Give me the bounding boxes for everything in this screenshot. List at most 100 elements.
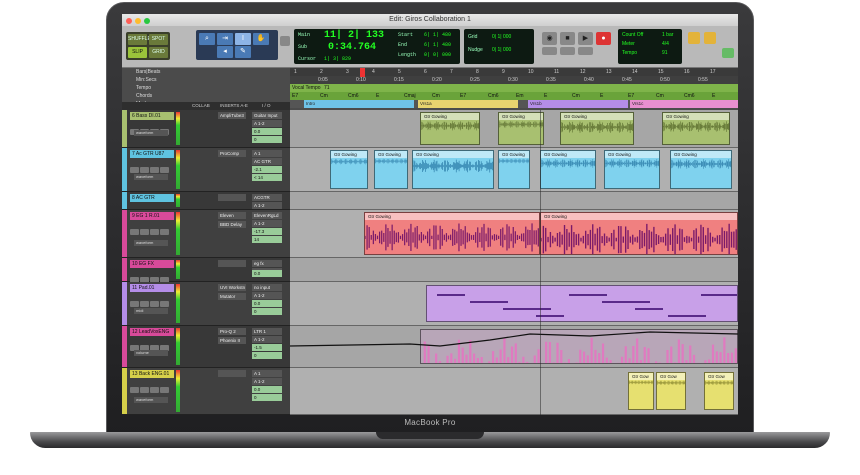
solo-button[interactable] xyxy=(140,301,149,307)
mute-button[interactable] xyxy=(150,167,159,173)
insert-slot[interactable]: Pro-Q 2 xyxy=(218,328,246,335)
grabber-tool-icon[interactable]: ✋ xyxy=(253,33,269,45)
input-monitor-button[interactable] xyxy=(160,167,169,173)
rewind-button[interactable] xyxy=(542,47,557,55)
pan-readout[interactable]: 14 xyxy=(252,236,282,243)
volume-readout[interactable]: 0.0 xyxy=(252,386,282,393)
track-lane[interactable]: Gtr Gowing Gtr Gowing Gtr Gowing Gtr Gowing… xyxy=(290,148,738,192)
record-button[interactable]: ● xyxy=(596,32,611,45)
pan-readout[interactable]: 0 xyxy=(252,352,282,359)
track-name[interactable]: 6 Bass DI.01 xyxy=(130,112,174,120)
input-selector[interactable]: eg fx xyxy=(252,260,282,267)
audio-clip[interactable]: Gtr Gowing xyxy=(498,150,530,189)
volume-readout[interactable]: -2.1 xyxy=(252,166,282,173)
minsecs-ruler[interactable]: 0:05 0:10 0:15 0:20 0:25 0:30 0:35 0:40 0:45 0:50… xyxy=(290,76,738,84)
track-lane[interactable] xyxy=(290,326,738,368)
audio-clip[interactable]: Gtr Gowing xyxy=(412,150,494,189)
track-header[interactable]: 6 Bass DI.01 waveform AmpliTube3 Guitar Inp… xyxy=(122,110,290,148)
input-monitor-button[interactable] xyxy=(160,387,169,393)
audio-clip[interactable]: Gtr Gowing xyxy=(330,150,368,189)
nudge-value[interactable]: 0| 1| 000 xyxy=(492,47,511,53)
track-header[interactable]: 7 Ac GTR U87 waveform ProComp A 1 AC GTR -2.1… xyxy=(122,148,290,192)
track-name[interactable]: 13 Back ENG.01 xyxy=(130,370,174,378)
input-selector[interactable]: LTR 1 xyxy=(252,328,282,335)
track-header[interactable]: 8 AC GTR ACGTR A 1-2 xyxy=(122,192,290,217)
track-view-selector[interactable]: waveform xyxy=(134,174,168,180)
audio-clip[interactable]: Gtr Gow xyxy=(704,372,734,410)
volume-readout[interactable]: 0.0 xyxy=(252,270,282,277)
sub-counter-value[interactable]: 0:34.764 xyxy=(328,42,376,53)
zoom-window-button[interactable] xyxy=(144,18,150,24)
audio-clip[interactable]: Gtr Gowing xyxy=(560,112,634,145)
online-button[interactable]: ◉ xyxy=(542,32,557,45)
audio-clip[interactable]: Gtr Gow xyxy=(628,372,654,410)
track-name[interactable]: 10 EG FX xyxy=(130,260,174,268)
record-enable-button[interactable] xyxy=(130,387,139,393)
input-selector[interactable]: no input xyxy=(252,284,282,291)
marker-3[interactable]: Vrs1c xyxy=(630,100,738,108)
output-selector[interactable]: A 1-2 xyxy=(252,202,282,209)
scrubber-tool-icon[interactable]: ◂ xyxy=(217,46,233,58)
insert-slot[interactable]: ProComp xyxy=(218,150,246,157)
pan-readout[interactable]: < 14 xyxy=(252,174,282,181)
track-lane[interactable]: Gtr Gowing Gtr Gowing xyxy=(290,210,738,258)
insert-slot[interactable]: Eleven xyxy=(218,212,246,219)
input-selector[interactable]: ACGTR xyxy=(252,194,282,201)
output-selector[interactable]: A 1-2 xyxy=(252,220,282,227)
spot-mode-button[interactable]: SPOT xyxy=(149,34,168,45)
track-view-selector[interactable]: waveform xyxy=(134,130,168,136)
output-selector[interactable]: A 1-2 xyxy=(252,336,282,343)
grid-mode-button[interactable]: GRID xyxy=(149,47,168,58)
link-icon[interactable] xyxy=(722,48,734,58)
volume-automation-line[interactable] xyxy=(290,326,738,368)
output-selector[interactable]: A 1-2 xyxy=(252,120,282,127)
speaker-icon[interactable] xyxy=(280,36,290,46)
track-header[interactable]: 11 Pad.01 midi UVI Workstn Mutator no input A… xyxy=(122,282,290,326)
chords-ruler[interactable]: E7 Cm Cm6 E Cmaj Cm E7 Cm6 Em E Cm E E7 Cm Cm6 E xyxy=(290,92,738,100)
record-enable-button[interactable] xyxy=(130,229,139,235)
tempo-value[interactable]: 91 xyxy=(662,50,668,56)
trim-tool-icon[interactable]: ⇥ xyxy=(217,33,233,45)
input-selector[interactable]: A 1 xyxy=(252,370,282,377)
input-monitor-button[interactable] xyxy=(160,301,169,307)
audio-clip[interactable]: Gtr Gowing xyxy=(498,112,544,145)
selector-tool-icon[interactable]: I xyxy=(235,33,251,45)
audio-clip[interactable]: Gtr Gowing xyxy=(670,150,732,189)
mute-button[interactable] xyxy=(150,229,159,235)
track-header[interactable]: 13 Back ENG.01 waveform A 1A 1-2 0.0 0 xyxy=(122,368,290,415)
audio-clip[interactable]: Gtr Gowing xyxy=(364,212,540,255)
input-selector[interactable]: ElevenRgLd xyxy=(252,212,282,219)
solo-button[interactable] xyxy=(140,387,149,393)
audio-clip[interactable]: Gtr Gowing xyxy=(604,150,660,189)
audio-clip[interactable]: Gtr Gow xyxy=(656,372,686,410)
track-name[interactable]: 9 EG 1 R.01 xyxy=(130,212,174,220)
input-selector[interactable]: Guitar Input xyxy=(252,112,282,119)
audio-clip[interactable]: Gtr Gowing xyxy=(540,212,738,255)
volume-readout[interactable]: -17.3 xyxy=(252,228,282,235)
conductor-icon[interactable] xyxy=(704,32,716,44)
output-selector[interactable]: AC GTR xyxy=(252,158,282,165)
pan-readout[interactable]: 0 xyxy=(252,136,282,143)
track-header[interactable]: 9 EG 1 R.01 waveform Eleven BBD Delay Eleven… xyxy=(122,210,290,258)
record-enable-button[interactable] xyxy=(130,167,139,173)
track-header[interactable]: 12 LeadVoxENG volume Pro-Q 2 Phoenix II LTR … xyxy=(122,326,290,368)
track-lane[interactable] xyxy=(290,258,738,282)
track-header[interactable]: 10 EG FXeg fxA 1-20.0 xyxy=(122,258,290,283)
track-name[interactable]: 8 AC GTR xyxy=(130,194,174,202)
close-window-button[interactable] xyxy=(126,18,132,24)
grid-value[interactable]: 0| 1| 000 xyxy=(492,34,511,40)
audio-clip[interactable]: Gtr Gowing xyxy=(662,112,730,145)
solo-button[interactable] xyxy=(140,167,149,173)
fast-forward-button[interactable] xyxy=(560,47,575,55)
track-view-selector[interactable]: waveform xyxy=(134,397,168,403)
insert-slot-2[interactable]: BBD Delay xyxy=(218,221,246,228)
track-name[interactable]: 11 Pad.01 xyxy=(130,284,174,292)
insert-slot-2[interactable]: Mutator xyxy=(218,293,246,300)
count-off-label[interactable]: Count Off xyxy=(622,32,643,38)
meter-value[interactable]: 4/4 xyxy=(662,41,669,47)
insert-slot[interactable] xyxy=(218,260,246,267)
end-value[interactable]: 6| 1| 480 xyxy=(424,42,451,48)
pan-readout[interactable]: 0 xyxy=(252,394,282,401)
audio-clip[interactable]: Gtr Gowing xyxy=(540,150,596,189)
play-button[interactable]: ▶ xyxy=(578,32,593,45)
